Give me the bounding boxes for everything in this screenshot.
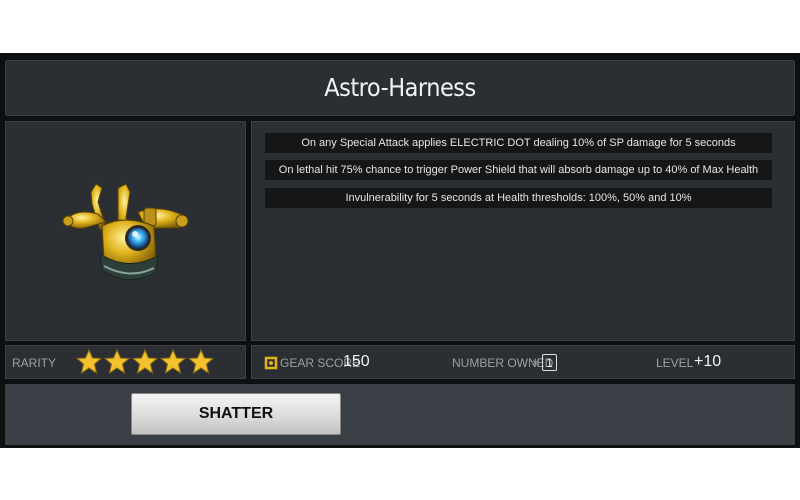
item-portrait-panel (5, 121, 246, 341)
item-title: Astro-Harness (324, 73, 476, 102)
action-bar (5, 384, 795, 445)
shatter-button[interactable]: SHATTER (131, 393, 341, 435)
number-owned-multiplier: × (532, 356, 540, 370)
rarity-label: RARITY (12, 356, 57, 370)
number-owned-value: 1 (542, 354, 557, 371)
gear-score-value: 150 (343, 353, 370, 370)
star-icon (160, 349, 186, 375)
star-icon (104, 349, 130, 375)
rarity-panel: RARITY (5, 345, 246, 379)
astro-harness-gear-icon (62, 183, 189, 280)
level-value: +10 (694, 353, 722, 370)
effect-line: On any Special Attack applies ELECTRIC D… (265, 133, 772, 153)
level-label: LEVEL (656, 356, 694, 370)
effects-panel: On any Special Attack applies ELECTRIC D… (251, 121, 795, 341)
star-icon (132, 349, 158, 375)
title-bar: Astro-Harness (5, 60, 795, 116)
effect-line: Invulnerability for 5 seconds at Health … (265, 188, 772, 208)
star-icon (76, 349, 102, 375)
effect-line: On lethal hit 75% chance to trigger Powe… (265, 160, 772, 180)
gear-score-icon (264, 356, 278, 370)
stats-panel: GEAR SCORE 150 NUMBER OWNED × 1 LEVEL +1… (251, 345, 795, 379)
star-icon (188, 349, 214, 375)
